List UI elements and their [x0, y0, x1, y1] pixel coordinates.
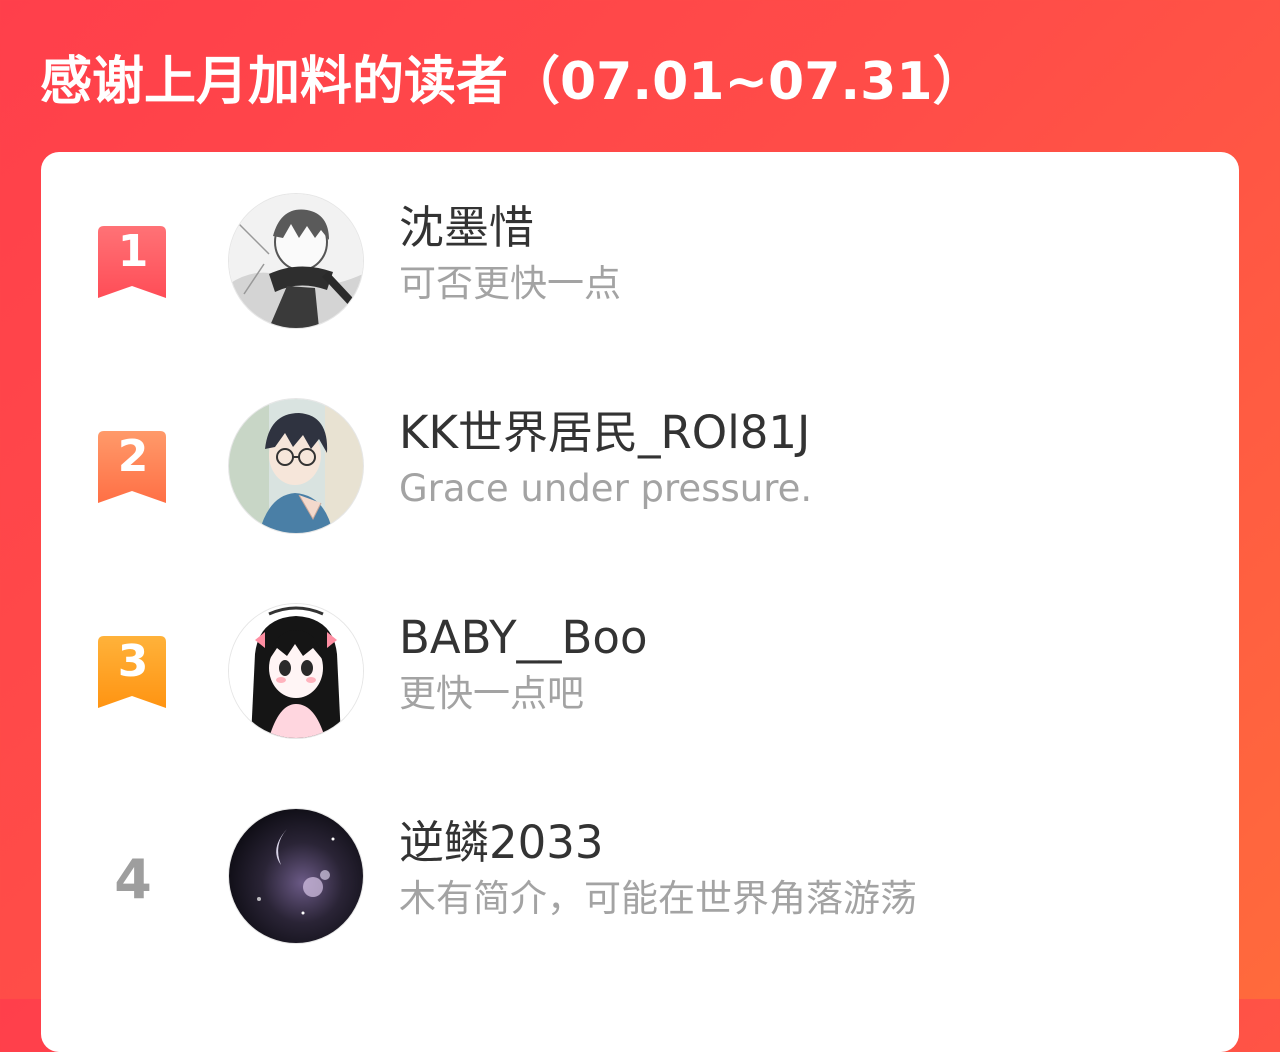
rank-ribbon-badge-1: 1: [98, 226, 168, 300]
reader-description: 更快一点吧: [399, 672, 584, 715]
reader-name: BABY__Boo: [399, 611, 648, 664]
rank-number: 4: [114, 848, 152, 911]
anime-boy-scarf-avatar-icon: [229, 194, 363, 328]
reader-ranking-card: 1 沈墨惜 可否更快一点 2 KK世界居民_ROl81J Grace under…: [41, 152, 1239, 1052]
rank-ribbon-badge-3: 3: [98, 636, 168, 710]
avatar[interactable]: [229, 194, 363, 328]
night-sky-avatar-icon: [229, 809, 363, 943]
page-title: 感谢上月加料的读者（07.01~07.31）: [40, 52, 985, 112]
reader-row-4[interactable]: 4 逆鳞2033 木有简介，可能在世界角落游荡: [41, 805, 1239, 985]
avatar[interactable]: [229, 399, 363, 533]
rank-number: 1: [117, 226, 149, 277]
reader-row-2[interactable]: 2 KK世界居民_ROl81J Grace under pressure.: [41, 395, 1239, 575]
reader-row-3[interactable]: 3 BABY__Boo 更快一点吧: [41, 600, 1239, 780]
reader-name: KK世界居民_ROl81J: [399, 406, 811, 459]
rank-number: 3: [117, 636, 149, 687]
reader-name: 沈墨惜: [399, 201, 535, 254]
rank-number: 2: [117, 431, 149, 482]
reader-description: 木有简介，可能在世界角落游荡: [399, 877, 917, 920]
reader-name: 逆鳞2033: [399, 816, 604, 869]
reader-description: Grace under pressure.: [399, 467, 813, 510]
avatar[interactable]: [229, 809, 363, 943]
reader-description: 可否更快一点: [399, 262, 621, 305]
rank-ribbon-badge-2: 2: [98, 431, 168, 505]
anime-boy-glasses-avatar-icon: [229, 399, 363, 533]
reader-row-1[interactable]: 1 沈墨惜 可否更快一点: [41, 190, 1239, 370]
avatar[interactable]: [229, 604, 363, 738]
anime-girl-ribbons-avatar-icon: [229, 604, 363, 738]
